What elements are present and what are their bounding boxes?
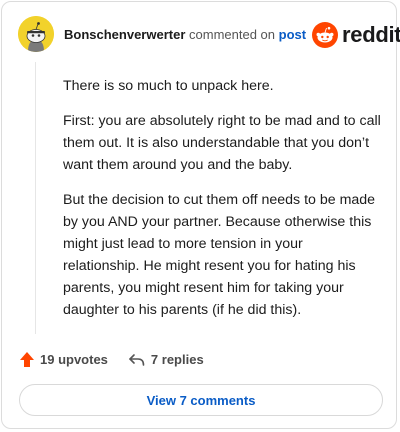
comment-header: Bonschenverwerter commented on post: [64, 27, 306, 42]
snoo-avatar-icon: [18, 16, 54, 52]
reply-arrow-icon: [129, 353, 145, 366]
comment-actions: 19 upvotes 7 replies: [19, 351, 204, 368]
post-link[interactable]: post: [279, 27, 306, 42]
comment-paragraph: But the decision to cut them off needs t…: [63, 192, 376, 318]
comment-body: There is so much to unpack here. First: …: [63, 75, 383, 334]
reddit-logo[interactable]: reddit: [312, 22, 400, 48]
reddit-logo-icon: [312, 22, 338, 48]
view-comments-button[interactable]: View 7 comments: [19, 384, 383, 416]
replies-button[interactable]: 7 replies: [128, 352, 204, 367]
action-text: commented on: [189, 27, 276, 42]
comment-paragraph: There is so much to unpack here.: [63, 78, 274, 94]
comment-paragraph: First: you are absolutely right to be ma…: [63, 113, 381, 173]
comment-card: Bonschenverwerter commented on post redd…: [1, 1, 400, 429]
username[interactable]: Bonschenverwerter: [64, 27, 185, 42]
thread-line[interactable]: [35, 62, 36, 334]
upvote-count: 19 upvotes: [40, 352, 108, 367]
replies-count: 7 replies: [150, 352, 204, 367]
user-avatar[interactable]: [18, 16, 54, 52]
upvote-button[interactable]: 19 upvotes: [19, 351, 108, 368]
upvote-arrow-icon: [20, 352, 34, 367]
reddit-wordmark: reddit: [342, 22, 400, 47]
